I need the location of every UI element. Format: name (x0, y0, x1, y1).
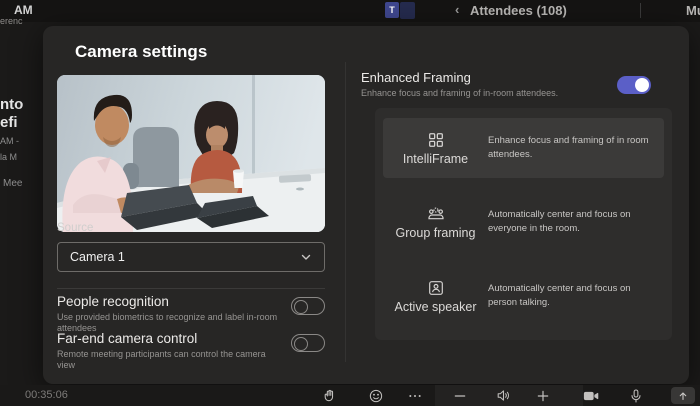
attendees-header[interactable]: Attendees (108) (470, 3, 567, 18)
camera-source-value: Camera 1 (70, 250, 125, 264)
framing-option-icon-label: IntelliFrame (383, 131, 488, 166)
minus-icon (452, 388, 468, 404)
camera-button[interactable] (578, 385, 604, 406)
share-content-button[interactable] (671, 387, 695, 404)
dialog-title: Camera settings (75, 42, 208, 61)
framing-option-description: Automatically center and focus on everyo… (488, 209, 631, 234)
enhanced-framing-header: Enhanced Framing Enhance focus and frami… (361, 70, 611, 98)
person-frame-icon (427, 279, 445, 297)
far-end-camera-control-description: Remote meeting participants can control … (57, 349, 266, 371)
enhanced-framing-description: Enhance focus and framing of in-room att… (361, 88, 559, 98)
far-end-camera-control-label: Far-end camera control (57, 331, 198, 346)
enhanced-framing-label: Enhanced Framing (361, 70, 471, 85)
emoji-icon (368, 388, 384, 404)
reactions-button[interactable] (363, 385, 389, 406)
teams-meeting-window: AM T ‹ Attendees (108) Mu erenc nto efi … (0, 0, 700, 406)
camera-icon (582, 387, 600, 405)
framing-option-icon-label: Group framing (383, 205, 488, 240)
far-end-camera-control-setting: Far-end camera control Remote meeting pa… (57, 331, 325, 372)
microphone-button[interactable] (623, 385, 649, 406)
camera-preview (57, 75, 325, 232)
camera-source-dropdown[interactable]: Camera 1 (57, 242, 325, 272)
column-divider (345, 62, 346, 362)
far-end-camera-control-toggle[interactable] (291, 334, 325, 352)
top-bar-divider (640, 3, 641, 18)
group-icon (427, 205, 445, 223)
framing-option-icon-label: Active speaker (383, 279, 488, 314)
meeting-top-bar: AM T ‹ Attendees (108) Mu (0, 0, 700, 22)
share-icon (677, 390, 689, 402)
more-icon (407, 388, 423, 404)
teams-logo-icon: T (385, 2, 399, 18)
background-text-fragment: efi (0, 114, 18, 131)
framing-option-intelliframe[interactable]: IntelliFrame Enhance focus and framing o… (383, 118, 664, 178)
people-recognition-setting: People recognition Use provided biometri… (57, 294, 325, 335)
call-timer: 00:35:06 (25, 389, 68, 401)
framing-option-label: IntelliFrame (402, 151, 469, 166)
framing-option-active-speaker[interactable]: Active speaker Automatically center and … (383, 266, 664, 326)
microphone-icon (628, 388, 644, 404)
volume-up-button[interactable] (530, 385, 556, 406)
chevron-down-icon (300, 251, 312, 263)
framing-option-label: Group framing (395, 225, 476, 240)
grid-icon (427, 131, 445, 149)
more-options-button[interactable] (402, 385, 428, 406)
background-text-fragment: Mee (3, 178, 23, 189)
background-text-fragment: erenc (0, 16, 23, 26)
framing-option-group-framing[interactable]: Group framing Automatically center and f… (383, 192, 664, 252)
background-text-fragment: la M (0, 152, 18, 162)
call-controls-bar: 00:35:06 (0, 385, 700, 406)
plus-icon (535, 388, 551, 404)
framing-option-label: Active speaker (394, 299, 477, 314)
mute-all-fragment[interactable]: Mu (686, 3, 700, 18)
camera-settings-dialog: Camera settings Source Camera 1 People r… (43, 26, 689, 384)
background-text-fragment: AM - (0, 136, 19, 146)
speaker-button[interactable] (490, 385, 516, 406)
camera-preview-image (57, 75, 325, 232)
chevron-left-icon[interactable]: ‹ (455, 2, 459, 17)
framing-options-panel: IntelliFrame Enhance focus and framing o… (375, 108, 672, 340)
toggle-knob (294, 299, 308, 314)
people-recognition-toggle[interactable] (291, 297, 325, 315)
raise-hand-button[interactable] (317, 385, 343, 406)
volume-down-button[interactable] (447, 385, 473, 406)
section-divider (57, 288, 325, 289)
background-text-fragment: nto (0, 96, 24, 113)
enhanced-framing-toggle[interactable] (617, 76, 651, 94)
raised-hand-icon (322, 388, 338, 404)
source-label: Source (57, 222, 94, 234)
clock-fragment: AM (14, 3, 33, 17)
framing-option-description: Enhance focus and framing of in room att… (488, 135, 649, 160)
app-tile-icon (400, 2, 415, 19)
speaker-icon (495, 387, 512, 404)
toggle-knob (635, 78, 649, 92)
framing-option-description: Automatically center and focus on person… (488, 283, 631, 308)
toggle-knob (294, 336, 308, 351)
people-recognition-label: People recognition (57, 294, 169, 309)
